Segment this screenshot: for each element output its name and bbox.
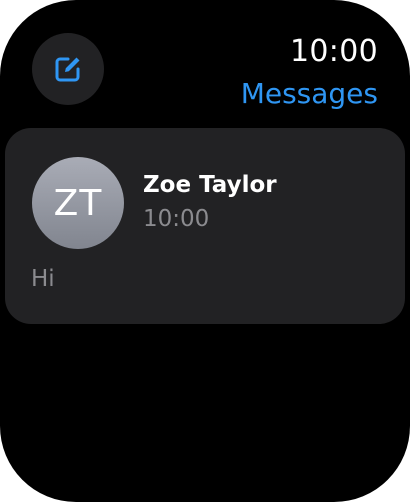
message-preview: Hi	[31, 266, 55, 292]
compose-icon	[55, 57, 80, 82]
status-time: 10:00	[290, 34, 378, 69]
avatar: ZT	[32, 157, 124, 249]
avatar-initials: ZT	[53, 182, 103, 224]
page-title: Messages	[240, 77, 378, 110]
conversation-item[interactable]: ZT Zoe Taylor 10:00 Hi	[5, 128, 405, 324]
watch-screen: 10:00 Messages ZT Zoe Taylor 10:00 Hi	[0, 0, 410, 502]
compose-button[interactable]	[32, 33, 104, 105]
message-timestamp: 10:00	[143, 206, 210, 232]
contact-name: Zoe Taylor	[143, 172, 277, 198]
